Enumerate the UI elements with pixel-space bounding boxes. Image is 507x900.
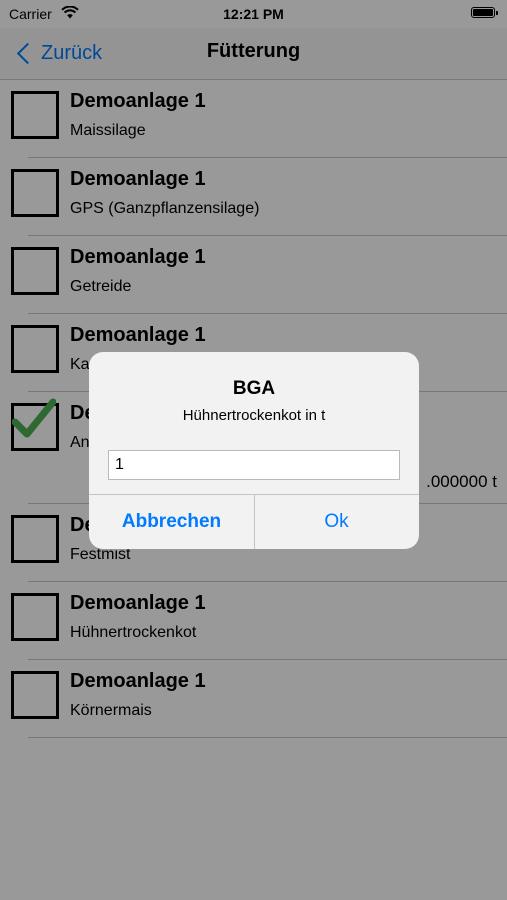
input-alert-dialog: BGA Hühnertrockenkot in t Abbrechen Ok [89, 352, 419, 549]
amount-input[interactable] [108, 450, 400, 480]
ok-button[interactable]: Ok [254, 494, 419, 549]
alert-title: BGA [232, 378, 276, 399]
alert-message: Hühnertrockenkot in t [182, 407, 326, 424]
cancel-button[interactable]: Abbrechen [89, 494, 254, 549]
